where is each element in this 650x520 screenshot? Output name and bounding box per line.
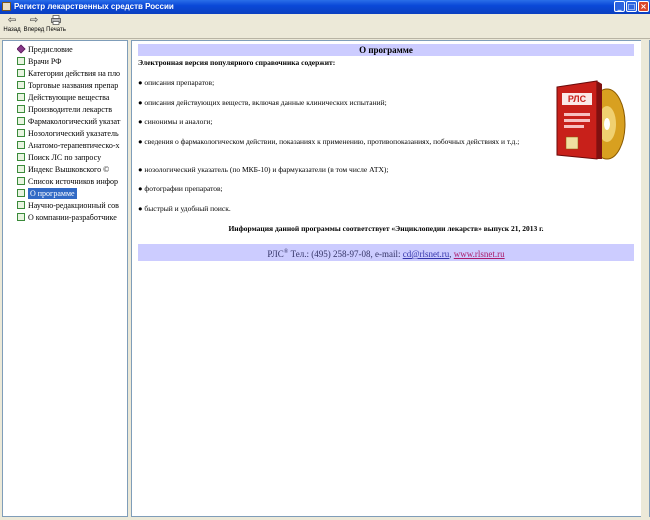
tree-item-label: Врачи РФ (28, 57, 62, 66)
tree-item[interactable]: Анатомо-терапевтическо-х (17, 140, 127, 151)
page-icon (17, 56, 25, 65)
page-icon (17, 128, 25, 137)
page-title: О программе (138, 44, 634, 56)
title-bar: Регистр лекарственных средств России _ □… (0, 0, 650, 14)
list-item: ● описания действующих веществ, включая … (138, 98, 387, 107)
page-icon (17, 188, 25, 197)
page-icon (17, 176, 25, 185)
page-icon (17, 92, 25, 101)
tree-item-label: О компании-разработчике (28, 213, 117, 222)
tree-item[interactable]: Индекс Вышковского © (17, 164, 127, 175)
tree-item-label: Категории действия на пло (28, 69, 121, 78)
printer-icon (45, 15, 67, 26)
maximize-button[interactable]: □ (626, 1, 637, 12)
minimize-button[interactable]: _ (614, 1, 625, 12)
tree-item-label: Фармакологический указат (28, 117, 121, 126)
print-button[interactable]: Печать (45, 15, 67, 37)
tree-item[interactable]: Производители лекарств (17, 104, 127, 115)
version-note: Информация данной программы соответствуе… (228, 224, 544, 233)
email-link[interactable]: cd@rlsnet.ru (403, 249, 450, 259)
page-icon (17, 152, 25, 161)
tree-item-label: Предисловие (28, 45, 73, 54)
list-item: ● нозологический указатель (по МКБ-10) и… (138, 165, 389, 174)
content-pane: О программе Электронная версия популярно… (131, 40, 650, 517)
list-item: ● описания препаратов; (138, 78, 215, 87)
page-icon (17, 80, 25, 89)
list-item: ● фотографии препаратов; (138, 184, 223, 193)
back-arrow-icon: ⇦ (7, 15, 17, 26)
tree-item-label: Список источников инфор (28, 177, 118, 186)
website-link[interactable]: www.rlsnet.ru (454, 249, 505, 259)
print-label: Печать (46, 27, 66, 33)
page-icon (17, 116, 25, 125)
list-item: ● быстрый и удобный поиск. (138, 204, 231, 213)
page-icon (17, 104, 25, 113)
tree-item[interactable]: Действующие вещества (17, 92, 127, 103)
list-item: ● синонимы и аналоги; (138, 117, 213, 126)
tree-item[interactable]: О программе (17, 188, 127, 199)
tree-item-label: Торговые названия препар (28, 81, 119, 90)
tree-item-label: Индекс Вышковского © (28, 165, 110, 174)
page-icon (17, 164, 25, 173)
product-box-image: РЛС (552, 79, 627, 161)
list-item: ● сведения о фармакологическом действии,… (138, 137, 520, 146)
tree-item-label: Анатомо-терапевтическо-х (28, 141, 120, 150)
tree-item-label: Поиск ЛС по запросу (28, 153, 102, 162)
phone-text: Тел.: (495) 258-97-08, e-mail: (288, 249, 403, 259)
forward-arrow-icon: ⇨ (29, 15, 39, 26)
book-icon (17, 44, 26, 54)
tree-item-label: Научно-редакционный сов (28, 201, 119, 210)
tree-item-label: Нозологический указатель (28, 129, 119, 138)
page-icon (17, 140, 25, 149)
tree-item[interactable]: Научно-редакционный сов (17, 200, 127, 211)
navigation-tree[interactable]: Предисловие Врачи РФ Категории действия на… (2, 40, 128, 517)
tree-item[interactable]: О компании-разработчике (17, 212, 127, 223)
brand-name: РЛС (267, 249, 284, 259)
tree-item[interactable]: Предисловие (17, 44, 127, 55)
toolbar: ⇦ Назад ⇨ Вперед Печать (0, 14, 650, 39)
window-edge (641, 40, 649, 517)
close-button[interactable]: × (638, 1, 649, 12)
tree-item-label: О программе (28, 188, 77, 199)
tree-item[interactable]: Фармакологический указат (17, 116, 127, 127)
intro-text: Электронная версия популярного справочни… (138, 58, 336, 67)
page-icon (17, 212, 25, 221)
tree-item[interactable]: Врачи РФ (17, 56, 127, 67)
page-icon (17, 68, 25, 77)
contact-bar: РЛС® Тел.: (495) 258-97-08, e-mail: cd@r… (138, 244, 634, 261)
tree-item-label: Действующие вещества (28, 93, 110, 102)
window-title: Регистр лекарственных средств России (14, 2, 174, 11)
product-logo-text: РЛС (567, 94, 587, 104)
app-icon (2, 2, 11, 11)
tree-item[interactable]: Нозологический указатель (17, 128, 127, 139)
tree-item[interactable]: Торговые названия препар (17, 80, 127, 91)
page-icon (17, 200, 25, 209)
tree-item[interactable]: Список источников инфор (17, 176, 127, 187)
tree-item-label: Производители лекарств (28, 105, 113, 114)
tree-item[interactable]: Категории действия на пло (17, 68, 127, 79)
tree-item[interactable]: Поиск ЛС по запросу (17, 152, 127, 163)
